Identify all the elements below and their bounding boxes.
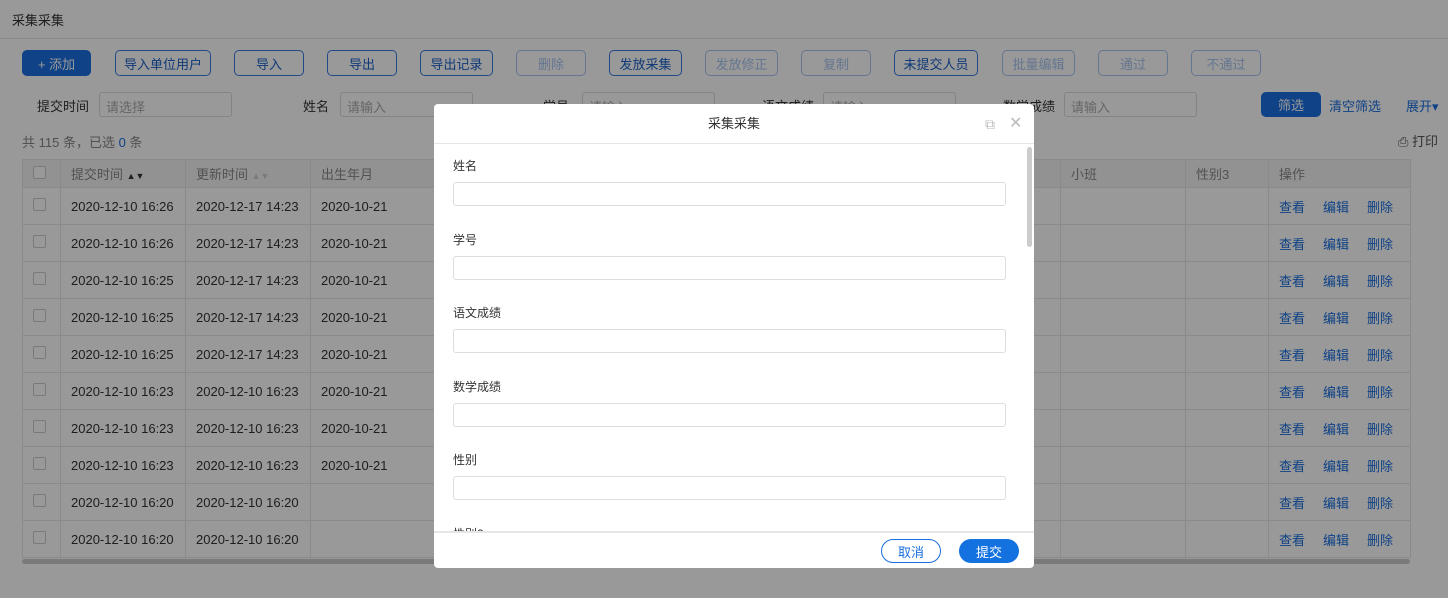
form-field: 语文成绩 <box>453 304 1006 353</box>
field-input[interactable] <box>453 255 1006 280</box>
modal-form: 姓名学号语文成绩数学成绩性别性别2 <box>434 145 1034 531</box>
form-field: 性别 <box>453 451 1006 500</box>
field-input[interactable] <box>453 476 1006 500</box>
cancel-button[interactable]: 取消 <box>881 539 941 563</box>
field-label: 数学成绩 <box>453 379 502 394</box>
field-input[interactable] <box>453 182 1006 206</box>
field-input[interactable] <box>453 402 1006 427</box>
field-label: 语文成绩 <box>453 306 502 320</box>
maximize-icon[interactable]: ⧉ <box>985 116 995 132</box>
collect-modal: 采集采集 ⧉ ✕ 姓名学号语文成绩数学成绩性别性别2 取消 提交 <box>434 104 1034 568</box>
modal-title: 采集采集 <box>707 116 760 131</box>
vertical-scrollbar[interactable] <box>1027 147 1032 247</box>
form-field: 姓名 <box>453 157 1006 206</box>
close-icon[interactable]: ✕ <box>1009 116 1022 132</box>
field-label: 性别 <box>453 453 478 467</box>
field-label: 姓名 <box>453 159 478 173</box>
field-label: 学号 <box>453 232 478 247</box>
field-input[interactable] <box>453 329 1006 353</box>
submit-button[interactable]: 提交 <box>959 539 1019 563</box>
form-field: 数学成绩 <box>453 378 1006 427</box>
form-field: 学号 <box>453 231 1006 280</box>
